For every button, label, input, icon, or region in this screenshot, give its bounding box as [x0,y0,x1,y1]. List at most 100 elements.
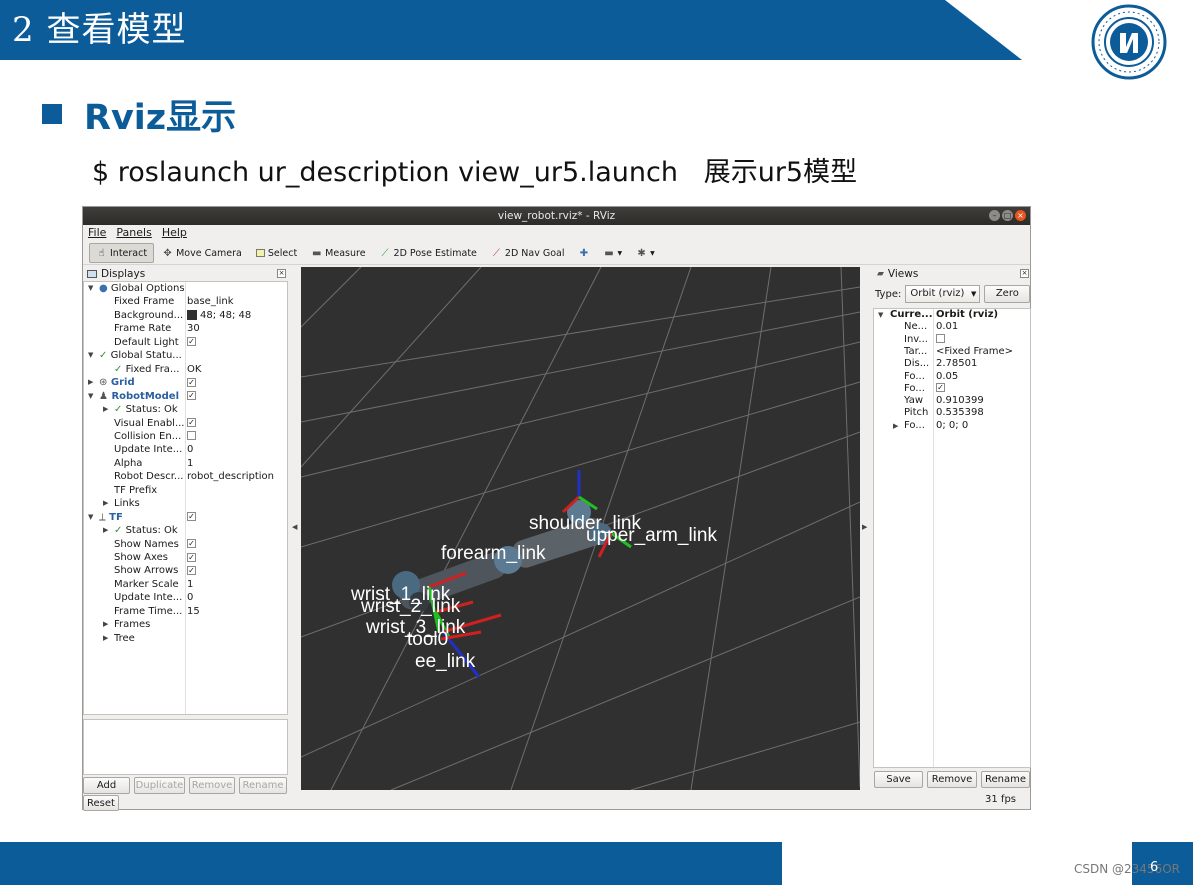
tree-row-show-axes[interactable]: Show Axes ✓ [84,551,287,564]
checkbox-checked[interactable]: ✓ [187,418,196,427]
menu-file[interactable]: File [88,225,106,241]
expand-arrow-icon[interactable]: ▼ [88,282,93,295]
rename-view-button[interactable]: Rename [981,771,1030,788]
collapse-right-icon[interactable]: ▶ [862,523,867,531]
tree-row-background[interactable]: Background... 48; 48; 48 [84,309,287,322]
add-button[interactable]: Add [83,777,130,794]
close-icon[interactable]: × [277,269,286,278]
zero-button[interactable]: Zero [984,285,1031,303]
tree-row-default-light[interactable]: Default Light ✓ [84,336,287,349]
tree-row-update-interval[interactable]: Update Inte... 0 [84,443,287,456]
tool-measure[interactable]: ▬ Measure [305,243,371,263]
duplicate-button[interactable]: Duplicate [134,777,185,794]
tree-row-tf-prefix[interactable]: TF Prefix [84,484,287,497]
tree-row-collision-enabled[interactable]: Collision En... [84,430,287,443]
tree-row-global-options[interactable]: ▼ ● Global Options [84,282,287,295]
expand-arrow-icon[interactable]: ▼ [878,309,883,321]
tool-select[interactable]: Select [250,243,303,263]
expand-arrow-icon[interactable]: ▼ [88,511,93,524]
checkbox-checked[interactable]: ✓ [187,377,196,387]
displays-panel: Displays × ▼ ● Global Options Fixed Fram… [83,267,288,811]
expand-arrow-icon[interactable]: ▶ [103,524,108,537]
window-controls: – □ × [989,210,1026,221]
tree-row-marker-scale[interactable]: Marker Scale 1 [84,578,287,591]
view-row-focal-shape-fixed[interactable]: Fo... ✓ [874,383,1030,395]
expand-arrow-icon[interactable]: ▶ [893,420,898,432]
tree-row-frames[interactable]: ▶ Frames [84,618,287,631]
close-icon[interactable]: × [1020,269,1029,278]
check-icon: ✓ [114,525,123,537]
tree-row-grid[interactable]: ▶ ⊛ Grid ✓ [84,376,287,389]
view-row-near-clip[interactable]: Ne... 0.01 [874,321,1030,333]
tool-add[interactable]: ✚ [573,243,596,263]
menu-panels[interactable]: Panels [116,225,151,241]
remove-button[interactable]: Remove [189,777,235,794]
checkbox-unchecked[interactable] [936,334,945,344]
tool-nav-goal[interactable]: ⟋ 2D Nav Goal [485,243,571,263]
window-titlebar[interactable]: view_robot.rviz* - RViz – □ × [83,207,1030,225]
view-row-focal-point[interactable]: ▶ Fo... 0; 0; 0 [874,420,1030,432]
tree-row-tf[interactable]: ▼ ⟂ TF ✓ [84,511,287,524]
view-row-current[interactable]: ▼ Curre... Orbit (rviz) [874,309,1030,321]
displays-tree: ▼ ● Global Options Fixed Frame base_link… [83,281,288,715]
tree-row-frame-timeout[interactable]: Frame Time... 15 [84,605,287,618]
view-row-distance[interactable]: Dis... 2.78501 [874,358,1030,370]
tree-row-status-ok[interactable]: ▶ ✓ Status: Ok [84,403,287,416]
expand-arrow-icon[interactable]: ▼ [88,349,93,362]
tree-row-fixed-frame-status[interactable]: ✓ Fixed Fra... OK [84,363,287,376]
checkbox-checked[interactable]: ✓ [936,383,945,393]
expand-arrow-icon[interactable]: ▶ [103,632,108,645]
maximize-icon[interactable]: □ [1002,210,1013,221]
checkbox-checked[interactable]: ✓ [187,539,196,549]
color-value[interactable]: 48; 48; 48 [187,309,251,322]
tree-row-frame-rate[interactable]: Frame Rate 30 [84,322,287,335]
expand-arrow-icon[interactable]: ▶ [103,497,108,510]
collapse-left-icon[interactable]: ◀ [292,523,297,531]
view-row-target-frame[interactable]: Tar... <Fixed Frame> [874,346,1030,358]
checkbox-checked[interactable]: ✓ [187,337,196,347]
tree-row-global-status[interactable]: ▼ ✓ Global Statu... [84,349,287,362]
checkbox-checked[interactable]: ✓ [187,391,196,401]
remove-view-button[interactable]: Remove [927,771,977,788]
tree-row-show-names[interactable]: Show Names ✓ [84,538,287,551]
tree-row-alpha[interactable]: Alpha 1 [84,457,287,470]
tree-row-robotmodel[interactable]: ▼ ♟ RobotModel ✓ [84,390,287,403]
menu-help[interactable]: Help [162,225,187,241]
frame-label: ee_link [415,651,476,672]
tree-row-tf-update-interval[interactable]: Update Inte... 0 [84,591,287,604]
tree-row-links[interactable]: ▶ Links [84,497,287,510]
view-row-yaw[interactable]: Yaw 0.910399 [874,395,1030,407]
save-button[interactable]: Save [874,771,923,788]
expand-arrow-icon[interactable]: ▶ [103,403,108,416]
checkbox-checked[interactable]: ✓ [187,552,196,562]
minimize-icon[interactable]: – [989,210,1000,221]
frame-label: wrist_2_link [360,596,461,617]
tree-row-visual-enabled[interactable]: Visual Enabl... ✓ [84,417,287,430]
checkbox-checked[interactable]: ✓ [187,565,196,575]
tool-interact[interactable]: ☝ Interact [89,243,155,263]
view-row-invert-z[interactable]: Inv... [874,334,1030,346]
rename-button[interactable]: Rename [239,777,287,794]
3d-viewport[interactable]: shoulder_link upper_arm_link forearm_lin… [301,267,860,790]
tool-pose-estimate[interactable]: ⟋ 2D Pose Estimate [374,243,483,263]
tool-move-camera[interactable]: ✥ Move Camera [156,243,248,263]
expand-arrow-icon[interactable]: ▶ [88,376,93,389]
reset-button[interactable]: Reset [83,795,119,811]
view-type-select[interactable]: Orbit (rviz) ▼ [905,285,981,303]
checkbox-unchecked[interactable] [187,431,196,441]
close-icon[interactable]: × [1015,210,1026,221]
tool-label: Interact [110,247,148,259]
tool-remove[interactable]: ▬ ▼ [598,243,629,263]
tree-row-show-arrows[interactable]: Show Arrows ✓ [84,564,287,577]
tool-options[interactable]: ✱ ▼ [630,243,661,263]
tree-row-fixed-frame[interactable]: Fixed Frame base_link [84,295,287,308]
pose-estimate-icon: ⟋ [381,247,389,259]
view-row-focal-shape-size[interactable]: Fo... 0.05 [874,371,1030,383]
expand-arrow-icon[interactable]: ▶ [103,618,108,631]
tree-row-tree[interactable]: ▶ Tree [84,632,287,645]
expand-arrow-icon[interactable]: ▼ [88,390,93,403]
view-row-pitch[interactable]: Pitch 0.535398 [874,407,1030,419]
tree-row-robot-description[interactable]: Robot Descr... robot_description [84,470,287,483]
tree-row-tf-status-ok[interactable]: ▶ ✓ Status: Ok [84,524,287,537]
checkbox-checked[interactable]: ✓ [187,512,196,522]
